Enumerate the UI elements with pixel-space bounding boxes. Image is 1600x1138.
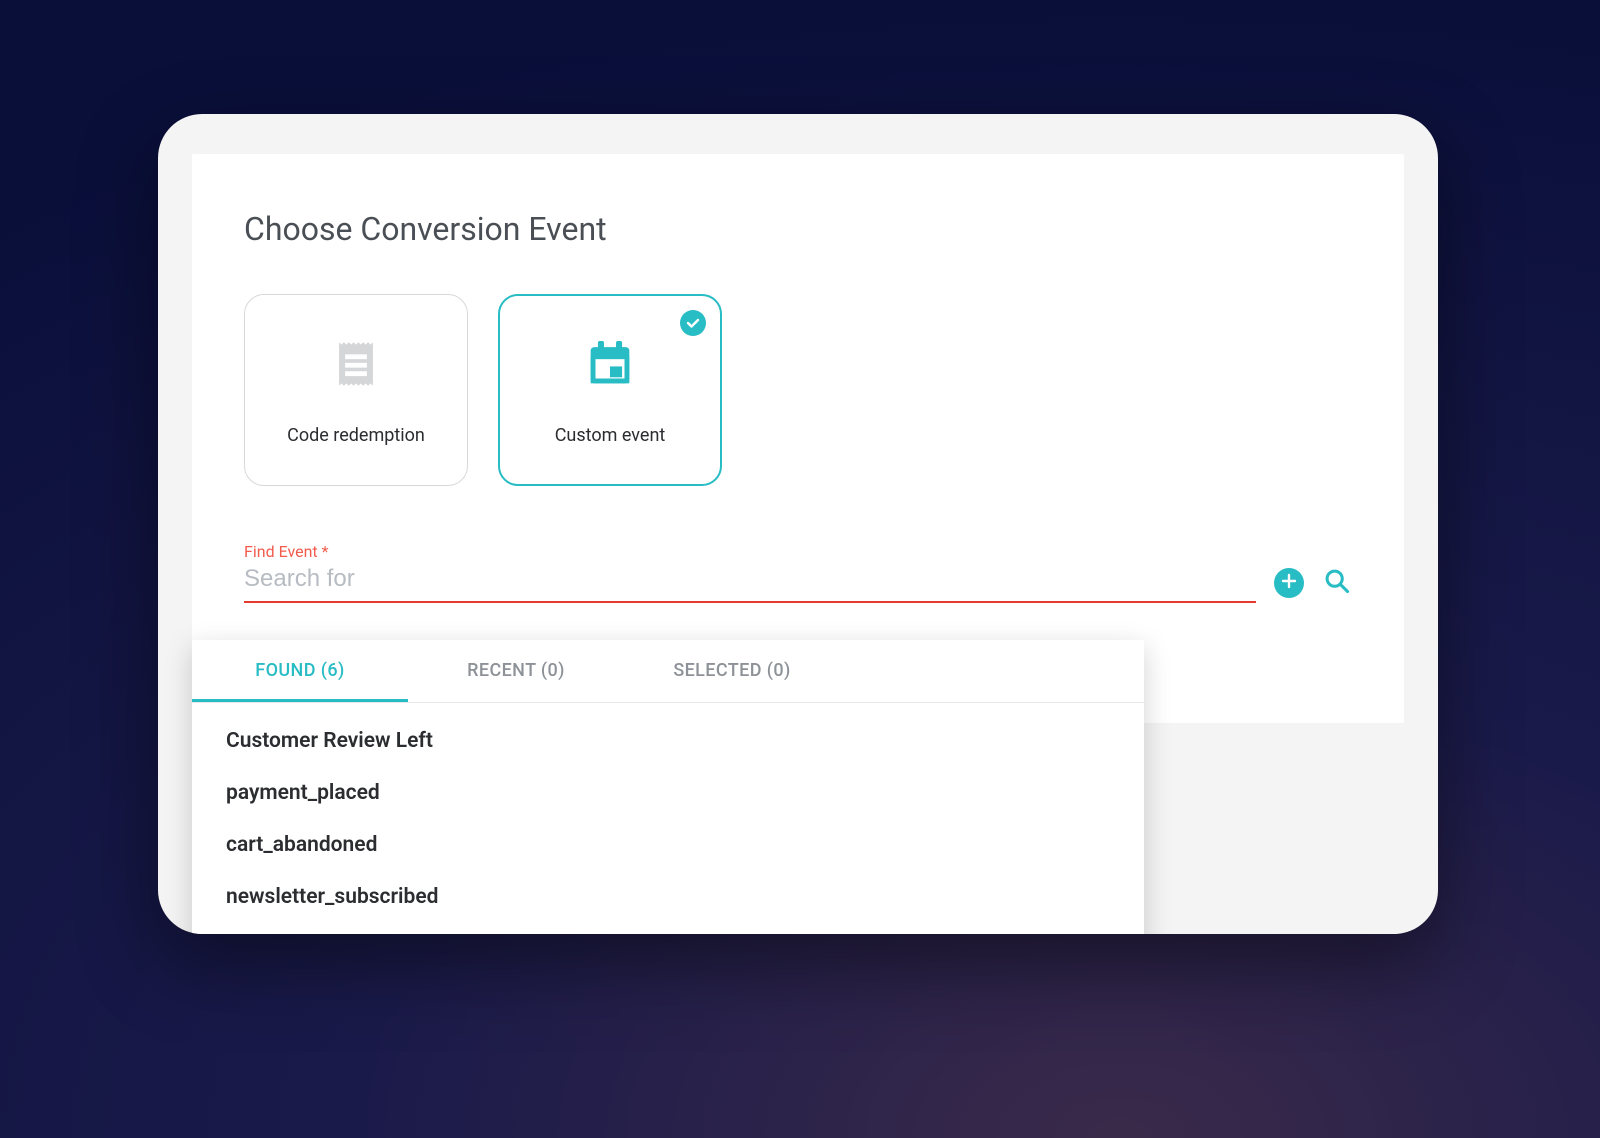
list-item[interactable]: newsletter_subscribed	[192, 871, 1144, 923]
find-event-field: Find Event *	[244, 542, 1352, 603]
app-frame: Choose Conversion Event Code redemption	[158, 114, 1438, 934]
list-item[interactable]: cart_abandoned	[192, 819, 1144, 871]
tab-recent[interactable]: RECENT (0)	[408, 640, 624, 702]
tab-selected[interactable]: SELECTED (0)	[624, 640, 840, 702]
list-item[interactable]: Customer Review Left	[192, 715, 1144, 767]
event-type-options: Code redemption Custom event	[244, 294, 1352, 486]
option-label: Custom event	[555, 425, 666, 446]
search-input[interactable]	[244, 563, 1256, 603]
calendar-icon	[581, 335, 639, 397]
tab-found[interactable]: FOUND (6)	[192, 640, 408, 702]
option-label: Code redemption	[287, 425, 425, 446]
page-title: Choose Conversion Event	[244, 210, 1352, 248]
option-code-redemption[interactable]: Code redemption	[244, 294, 468, 486]
search-icon	[1323, 567, 1351, 599]
check-icon	[680, 310, 706, 336]
plus-icon	[1281, 573, 1297, 593]
results-tabs: FOUND (6) RECENT (0) SELECTED (0)	[192, 640, 1144, 703]
add-button[interactable]	[1274, 568, 1304, 598]
list-item[interactable]: payment_placed	[192, 767, 1144, 819]
main-panel: Choose Conversion Event Code redemption	[192, 154, 1404, 723]
results-dropdown: FOUND (6) RECENT (0) SELECTED (0) Custom…	[192, 640, 1144, 934]
list-item[interactable]: review_left	[192, 923, 1144, 934]
receipt-icon	[327, 335, 385, 397]
results-list: Customer Review Left payment_placed cart…	[192, 703, 1144, 934]
input-row	[244, 563, 1352, 603]
search-button[interactable]	[1322, 568, 1352, 598]
field-label: Find Event *	[244, 542, 1352, 561]
option-custom-event[interactable]: Custom event	[498, 294, 722, 486]
